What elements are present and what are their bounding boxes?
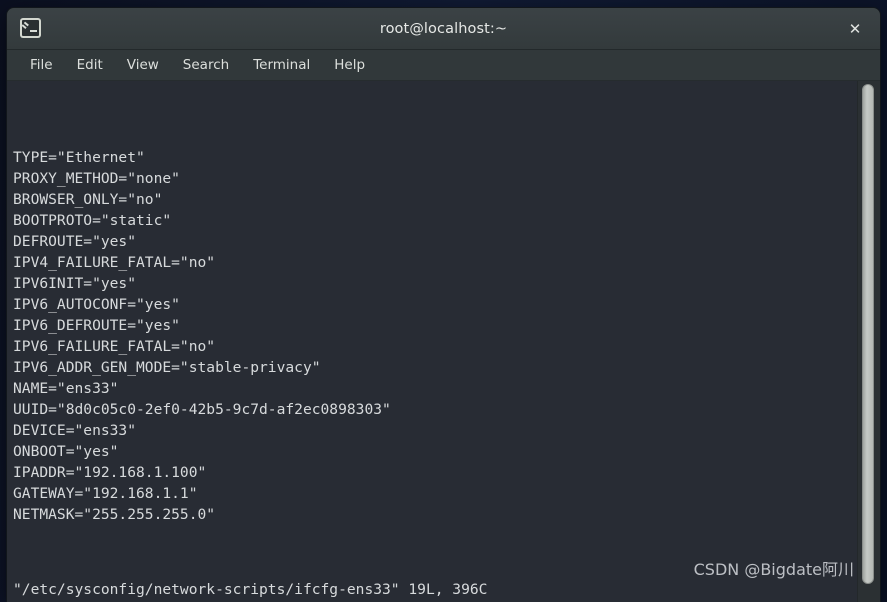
window-title: root@localhost:~ bbox=[379, 20, 508, 37]
vim-buffer-line: IPADDR="192.168.1.100" bbox=[13, 464, 207, 481]
vim-buffer-line: ONBOOT="yes" bbox=[13, 443, 119, 460]
vim-buffer-line: GATEWAY="192.168.1.1" bbox=[13, 485, 198, 502]
menu-item-file[interactable]: File bbox=[21, 54, 62, 76]
vim-buffer-line: IPV6_FAILURE_FATAL="no" bbox=[13, 338, 216, 355]
vim-status-line: "/etc/sysconfig/network-scripts/ifcfg-en… bbox=[13, 581, 488, 598]
vim-buffer-line: IPV6_DEFROUTE="yes" bbox=[13, 317, 180, 334]
vim-buffer-line: BROWSER_ONLY="no" bbox=[13, 191, 163, 208]
terminal-window: root@localhost:~ ✕ File Edit View Search… bbox=[7, 8, 880, 602]
menu-item-edit[interactable]: Edit bbox=[68, 54, 112, 76]
vim-buffer-line: DEFROUTE="yes" bbox=[13, 233, 137, 250]
vim-buffer-line: IPV6_ADDR_GEN_MODE="stable-privacy" bbox=[13, 359, 321, 376]
vim-buffer-line: IPV4_FAILURE_FATAL="no" bbox=[13, 254, 216, 271]
menu-item-help[interactable]: Help bbox=[325, 54, 374, 76]
window-title-bar[interactable]: root@localhost:~ ✕ bbox=[7, 8, 880, 50]
terminal-body[interactable]: TYPE="Ethernet" PROXY_METHOD="none" BROWSE… bbox=[7, 81, 880, 602]
vim-buffer-line: NAME="ens33" bbox=[13, 380, 119, 397]
vim-buffer-line: DEVICE="ens33" bbox=[13, 422, 137, 439]
menu-bar: File Edit View Search Terminal Help bbox=[7, 50, 880, 81]
close-icon[interactable]: ✕ bbox=[843, 17, 867, 40]
vim-buffer-line: BOOTPROTO="static" bbox=[13, 212, 172, 229]
terminal-icon bbox=[20, 18, 41, 38]
menu-item-terminal[interactable]: Terminal bbox=[244, 54, 319, 76]
terminal-icon-screen bbox=[22, 20, 39, 36]
vim-buffer-line: UUID="8d0c05c0-2ef0-42b5-9c7d-af2ec08983… bbox=[13, 401, 391, 418]
scrollbar-thumb[interactable] bbox=[862, 84, 874, 584]
vim-buffer-line: TYPE="Ethernet" bbox=[13, 149, 145, 166]
menu-item-view[interactable]: View bbox=[118, 54, 168, 76]
vim-buffer-line: NETMASK="255.255.255.0" bbox=[13, 506, 216, 523]
vim-buffer-line: PROXY_METHOD="none" bbox=[13, 170, 180, 187]
terminal-screen[interactable]: TYPE="Ethernet" PROXY_METHOD="none" BROWSE… bbox=[7, 81, 858, 602]
vim-buffer-line: IPV6_AUTOCONF="yes" bbox=[13, 296, 180, 313]
scrollbar[interactable] bbox=[857, 81, 880, 602]
vim-buffer-lines: TYPE="Ethernet" PROXY_METHOD="none" BROWSE… bbox=[13, 147, 858, 525]
vim-buffer-line: IPV6INIT="yes" bbox=[13, 275, 137, 292]
menu-item-search[interactable]: Search bbox=[174, 54, 238, 76]
